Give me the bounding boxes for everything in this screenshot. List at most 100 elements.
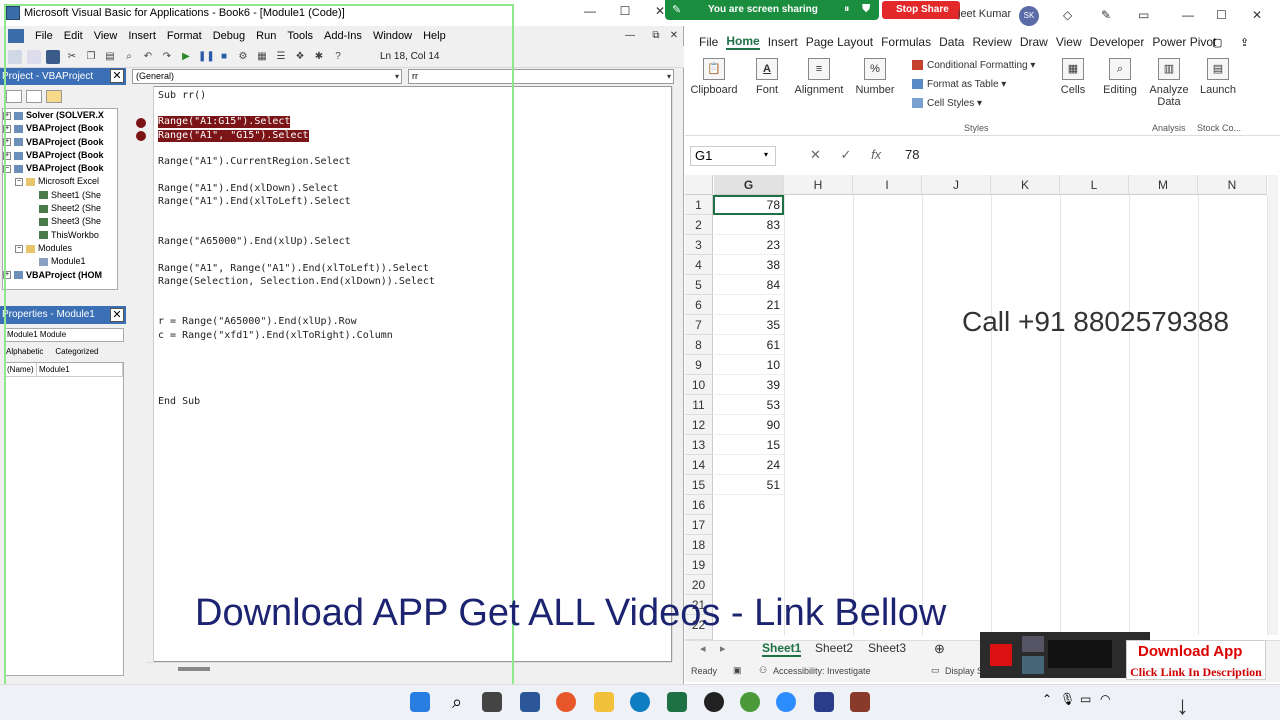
row-header[interactable]: 4 <box>685 255 713 275</box>
font-group[interactable]: A Font <box>750 58 784 96</box>
menu-help[interactable]: Help <box>423 30 446 42</box>
sheet-tab-sheet3[interactable]: Sheet3 <box>868 641 906 655</box>
status-accessibility[interactable]: Accessibility: Investigate <box>773 666 871 676</box>
breakpoint-icon[interactable] <box>136 118 146 128</box>
view-excel-icon[interactable] <box>8 49 22 64</box>
child-minimize-icon[interactable]: — <box>620 30 640 41</box>
minimize-icon[interactable]: — <box>1182 8 1194 22</box>
view-object-icon[interactable] <box>26 89 42 103</box>
code-line[interactable]: End Sub <box>158 396 200 408</box>
task-view-icon[interactable] <box>482 692 502 712</box>
row-header[interactable]: 8 <box>685 335 713 355</box>
edge-icon[interactable] <box>630 692 650 712</box>
firefox-icon[interactable] <box>556 692 576 712</box>
sheet-tab-sheet1[interactable]: Sheet1 <box>762 641 802 657</box>
child-restore-icon[interactable]: ⧉ <box>646 30 666 41</box>
sheet-tab-sheet2[interactable]: Sheet2 <box>815 641 853 655</box>
menu-edit[interactable]: Edit <box>64 30 83 42</box>
zoom-icon[interactable] <box>776 692 796 712</box>
editing-group[interactable]: ⌕ Editing <box>1100 58 1140 96</box>
cell[interactable]: 24 <box>714 455 784 475</box>
scroll-right-icon[interactable]: ▸ <box>720 642 726 655</box>
column-header[interactable]: N <box>1198 175 1267 195</box>
run-icon[interactable]: ▶ <box>179 50 193 64</box>
code-line[interactable]: Range("A1").End(xlDown).Select <box>158 183 339 195</box>
tab-home[interactable]: Home <box>726 34 760 50</box>
copy-icon[interactable]: ❐ <box>84 50 98 64</box>
code-line[interactable]: Range("A1", Range("A1").End(xlToLeft)).S… <box>158 263 429 275</box>
tree-item[interactable]: + VBAProject (Book <box>3 122 117 135</box>
row-header[interactable]: 2 <box>685 215 713 235</box>
tab-developer[interactable]: Developer <box>1090 35 1145 49</box>
tree-item[interactable]: − VBAProject (Book <box>3 162 117 175</box>
cell[interactable]: 35 <box>714 315 784 335</box>
cell[interactable]: 84 <box>714 275 784 295</box>
tree-item[interactable]: + VBAProject (HOM <box>3 269 117 282</box>
tree-item[interactable]: Sheet3 (She <box>3 215 117 228</box>
tree-item[interactable]: Module1 <box>3 255 117 268</box>
code-horizontal-scrollbar[interactable] <box>146 662 672 676</box>
row-header[interactable]: 6 <box>685 295 713 315</box>
tab-page-layout[interactable]: Page Layout <box>806 35 873 49</box>
avatar[interactable]: SK <box>1019 6 1039 26</box>
tree-item[interactable]: + Solver (SOLVER.X <box>3 109 117 122</box>
column-header[interactable]: J <box>922 175 991 195</box>
microphone-icon[interactable]: 🎙 <box>1060 692 1075 706</box>
conditional-formatting-button[interactable]: Conditional Formatting ▾ <box>912 60 1035 71</box>
help-icon[interactable]: ? <box>331 50 345 64</box>
column-header[interactable]: I <box>853 175 922 195</box>
cell[interactable]: 53 <box>714 395 784 415</box>
cells-group[interactable]: ▦ Cells <box>1056 58 1090 96</box>
find-icon[interactable]: ⌕ <box>122 50 136 64</box>
obs-icon[interactable] <box>704 692 724 712</box>
column-header[interactable]: K <box>991 175 1060 195</box>
search-icon[interactable]: ⌕ <box>447 692 467 712</box>
cell[interactable]: 23 <box>714 235 784 255</box>
minimize-icon[interactable]: — <box>580 4 600 18</box>
launch-button[interactable]: ▤ Launch <box>1198 58 1238 96</box>
project-close-icon[interactable]: ✕ <box>110 69 124 83</box>
select-all-corner[interactable] <box>685 175 713 195</box>
excel-icon[interactable] <box>667 692 687 712</box>
clipboard-group[interactable]: 📋 Clipboard <box>690 58 738 96</box>
menu-view[interactable]: View <box>94 30 118 42</box>
tab-insert[interactable]: Insert <box>768 35 798 49</box>
comment-icon[interactable]: ▢ <box>1212 36 1222 49</box>
menu-tools[interactable]: Tools <box>287 30 313 42</box>
pause-share-icon[interactable]: ⏸ <box>844 3 850 16</box>
tab-review[interactable]: Review <box>972 35 1011 49</box>
undo-icon[interactable]: ↶ <box>141 50 155 64</box>
row-header[interactable]: 10 <box>685 375 713 395</box>
stop-share-button[interactable]: Stop Share <box>882 1 960 19</box>
status-display[interactable]: Display S <box>945 666 983 676</box>
cell[interactable]: 83 <box>714 215 784 235</box>
menu-debug[interactable]: Debug <box>213 30 245 42</box>
cut-icon[interactable]: ✂ <box>65 50 79 64</box>
tab-view[interactable]: View <box>1056 35 1082 49</box>
menu-addins[interactable]: Add-Ins <box>324 30 362 42</box>
monitor-icon[interactable]: ▭ <box>1080 692 1091 706</box>
tree-item[interactable]: Sheet2 (She <box>3 202 117 215</box>
row-header[interactable]: 3 <box>685 235 713 255</box>
code-vertical-scrollbar[interactable] <box>672 86 682 662</box>
code-line[interactable]: c = Range("xfd1").End(xlToRight).Column <box>158 330 393 342</box>
code-editor[interactable] <box>132 86 672 662</box>
menu-window[interactable]: Window <box>373 30 412 42</box>
breakpoint-icon[interactable] <box>136 131 146 141</box>
cancel-icon[interactable]: ✕ <box>810 147 821 162</box>
tree-item[interactable]: − Modules <box>3 242 117 255</box>
project-explorer-icon[interactable]: ▦ <box>255 50 269 64</box>
code-line-breakpoint[interactable]: Range("A1", "G15").Select <box>158 130 309 142</box>
cell[interactable]: 90 <box>714 415 784 435</box>
procedure-combo[interactable]: rr ▾ <box>408 69 674 84</box>
file-explorer-icon[interactable] <box>594 692 614 712</box>
row-header[interactable]: 5 <box>685 275 713 295</box>
row-header[interactable]: 16 <box>685 495 713 515</box>
windows-start-icon[interactable] <box>410 692 430 712</box>
properties-icon[interactable]: ☰ <box>274 50 288 64</box>
chevron-up-icon[interactable]: ⌃ <box>1042 692 1052 706</box>
macro-record-icon[interactable]: ▣ <box>733 665 742 676</box>
row-header[interactable]: 15 <box>685 475 713 495</box>
row-header[interactable]: 18 <box>685 535 713 555</box>
cell[interactable]: 38 <box>714 255 784 275</box>
